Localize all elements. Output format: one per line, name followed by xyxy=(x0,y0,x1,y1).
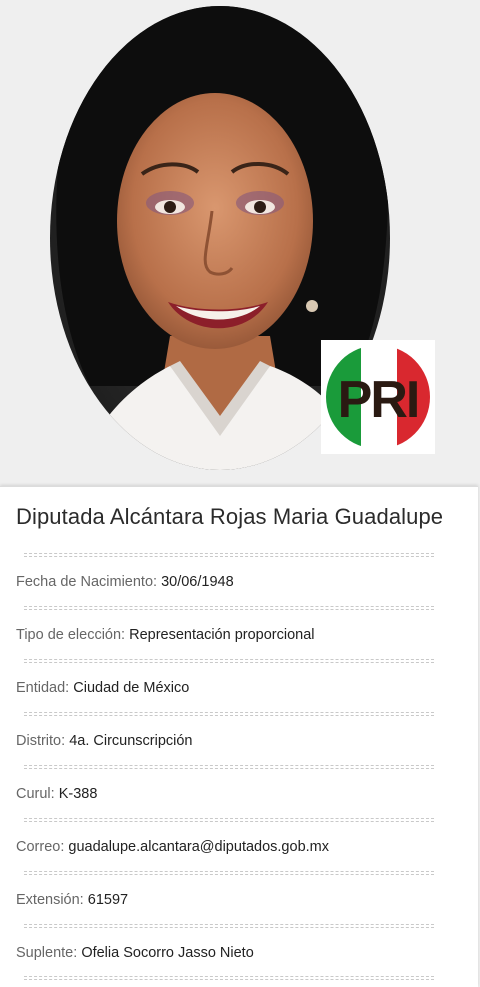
deputy-name-title: Diputada Alcántara Rojas Maria Guadalupe xyxy=(16,504,444,529)
field-label: Tipo de elección: xyxy=(16,627,126,643)
svg-text:PRI: PRI xyxy=(338,371,419,429)
divider xyxy=(24,924,434,928)
field-value: K-388 xyxy=(58,786,98,802)
field-label: Fecha de Nacimiento: xyxy=(16,574,158,590)
party-logo-pri: PRI xyxy=(321,340,435,454)
field-extension: Extensión: 61597 xyxy=(16,891,468,909)
email-value[interactable]: guadalupe.alcantara@diputados.gob.mx xyxy=(68,839,329,855)
deputy-info-card: Diputada Alcántara Rojas Maria Guadalupe… xyxy=(0,486,478,987)
field-label: Entidad: xyxy=(16,680,70,696)
field-election-type: Tipo de elección: Representación proporc… xyxy=(16,626,468,644)
field-seat: Curul: K-388 xyxy=(16,785,468,803)
field-email[interactable]: Correo: guadalupe.alcantara@diputados.go… xyxy=(16,838,468,856)
field-label: Distrito: xyxy=(16,733,66,749)
divider xyxy=(24,606,434,610)
divider xyxy=(24,712,434,716)
field-district: Distrito: 4a. Circunscripción xyxy=(16,732,468,750)
field-label: Extensión: xyxy=(16,892,84,908)
divider xyxy=(24,818,434,822)
divider xyxy=(24,553,434,557)
field-substitute: Suplente: Ofelia Socorro Jasso Nieto xyxy=(16,944,468,962)
divider xyxy=(24,976,434,980)
field-value: Ciudad de México xyxy=(73,680,190,696)
field-value: Ofelia Socorro Jasso Nieto xyxy=(81,945,254,961)
divider xyxy=(24,765,434,769)
divider xyxy=(24,871,434,875)
field-label: Suplente: xyxy=(16,945,78,961)
field-birth-date: Fecha de Nacimiento: 30/06/1948 xyxy=(16,573,468,591)
profile-header: PRI xyxy=(0,0,480,484)
field-label: Correo: xyxy=(16,839,65,855)
field-entity: Entidad: Ciudad de México xyxy=(16,679,468,697)
field-value: Representación proporcional xyxy=(129,627,315,643)
field-value: 61597 xyxy=(87,892,129,908)
field-value: 4a. Circunscripción xyxy=(69,733,193,749)
field-value: 30/06/1948 xyxy=(161,574,234,590)
field-label: Curul: xyxy=(16,786,55,802)
divider xyxy=(24,659,434,663)
